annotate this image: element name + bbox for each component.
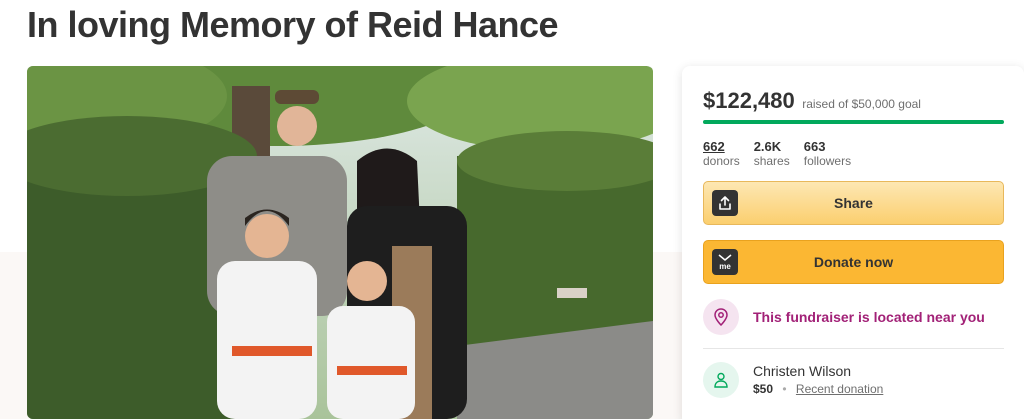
gofundme-icon: me [712, 249, 738, 275]
fundraiser-photo [27, 66, 653, 419]
share-button[interactable]: Share [703, 181, 1004, 225]
upload-share-icon [712, 190, 738, 216]
goal-text: raised of $50,000 goal [802, 97, 921, 111]
donate-now-button-label: Donate now [813, 254, 894, 270]
donor-meta: $50 • Recent donation [753, 380, 883, 398]
donation-card: $122,480 raised of $50,000 goal 662 dono… [682, 66, 1024, 419]
stat-followers-value: 663 [803, 139, 826, 154]
recent-donation-link[interactable]: Recent donation [796, 382, 883, 396]
stat-followers: 663 followers [804, 139, 851, 169]
share-button-label: Share [834, 195, 873, 211]
card-divider [703, 348, 1004, 349]
stat-donors[interactable]: 662 donors [703, 139, 740, 169]
fundraiser-stats: 662 donors 2.6K shares 663 followers [703, 139, 851, 169]
recent-donor-info: Christen Wilson $50 • Recent donation [753, 362, 883, 398]
donor-amount: $50 [753, 382, 774, 396]
stat-donors-value[interactable]: 662 [703, 139, 740, 154]
gofundme-icon-text: me [719, 261, 731, 271]
donate-now-button[interactable]: me Donate now [703, 240, 1004, 284]
location-notice: This fundraiser is located near you [703, 299, 985, 335]
page-title: In loving Memory of Reid Hance [27, 4, 559, 45]
amount-raised: $122,480 [703, 88, 795, 113]
location-pin-icon [703, 299, 739, 335]
recent-donor: Christen Wilson $50 • Recent donation [703, 362, 883, 398]
amount-raised-line: $122,480 raised of $50,000 goal [703, 88, 921, 114]
separator-dot: • [782, 382, 787, 396]
progress-bar-fill [703, 120, 1004, 124]
donor-name: Christen Wilson [753, 363, 852, 379]
person-heart-icon [703, 362, 739, 398]
stat-shares: 2.6K shares [754, 139, 790, 169]
stat-followers-label: followers [803, 154, 852, 168]
stat-donors-label: donors [703, 154, 740, 168]
stat-shares-label: shares [753, 154, 790, 168]
family-photo-illustration [27, 66, 653, 419]
location-notice-text: This fundraiser is located near you [753, 309, 985, 325]
stat-shares-value: 2.6K [753, 139, 782, 154]
progress-bar [703, 120, 1004, 124]
